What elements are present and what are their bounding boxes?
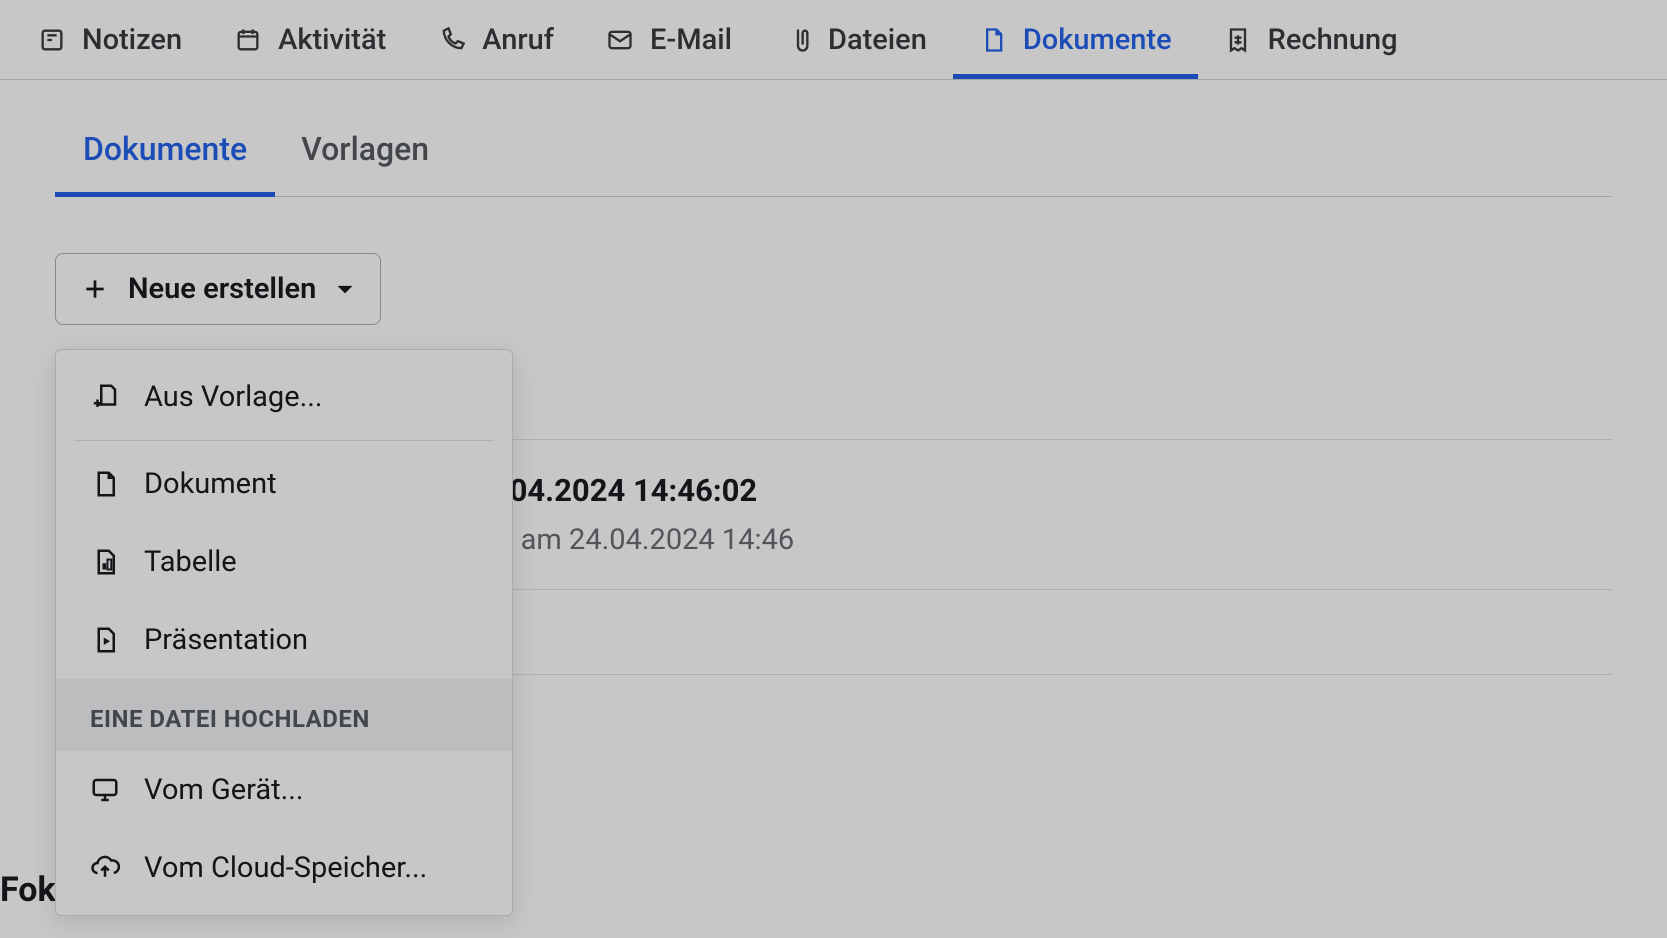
upload-section-header: EINE DATEI HOCHLADEN (56, 679, 512, 751)
divider (74, 440, 494, 441)
tab-files[interactable]: Dateien (758, 0, 953, 79)
tab-label: Anruf (482, 23, 554, 57)
menu-from-device[interactable]: Vom Gerät... (56, 751, 512, 829)
plus-icon (82, 276, 108, 302)
paperclip-icon (784, 26, 812, 54)
create-new-button[interactable]: Neue erstellen (55, 253, 381, 325)
presentation-icon (90, 625, 120, 655)
doc-meta: :53 (465, 622, 1612, 656)
subtab-label: Dokumente (83, 130, 247, 168)
table-icon (90, 547, 120, 577)
menu-from-cloud[interactable]: Vom Cloud-Speicher... (56, 829, 512, 907)
menu-from-template[interactable]: Aus Vorlage... (56, 358, 512, 436)
tab-call[interactable]: Anruf (412, 0, 580, 79)
menu-label: Vom Cloud-Speicher... (144, 851, 427, 885)
sub-tabs: Dokumente Vorlagen (55, 130, 1612, 197)
receipt-icon (1224, 26, 1252, 54)
document-icon (979, 26, 1007, 54)
subtab-label: Vorlagen (301, 130, 429, 168)
chevron-down-icon (336, 280, 354, 298)
menu-presentation[interactable]: Präsentation (56, 601, 512, 679)
tab-activity[interactable]: Aktivität (208, 0, 412, 79)
doc-meta: tellt am 24.04.2024 14:46 (465, 523, 1612, 557)
menu-label: Vom Gerät... (144, 773, 304, 807)
menu-label: Aus Vorlage... (144, 380, 323, 414)
tab-label: Dokumente (1023, 23, 1172, 57)
subtab-templates[interactable]: Vorlagen (301, 130, 429, 196)
doc-title: 24.04.2024 14:46:02 (465, 472, 1612, 509)
menu-label: Präsentation (144, 623, 308, 657)
create-dropdown-menu: Aus Vorlage... Dokument Tabelle Präsenta… (55, 349, 513, 916)
tab-label: Rechnung (1268, 23, 1398, 57)
menu-document[interactable]: Dokument (56, 445, 512, 523)
menu-label: Tabelle (144, 545, 237, 579)
create-button-label: Neue erstellen (128, 272, 316, 306)
tab-documents[interactable]: Dokumente (953, 0, 1198, 79)
template-icon (90, 382, 120, 412)
subtab-documents[interactable]: Dokumente (83, 130, 247, 196)
cloud-upload-icon (90, 853, 120, 883)
main-tabs: Notizen Aktivität Anruf E-Mail Dateien D… (0, 0, 1667, 80)
tab-label: Dateien (828, 23, 927, 57)
truncated-label: Fok (0, 870, 56, 910)
phone-icon (438, 26, 466, 54)
calendar-icon (234, 26, 262, 54)
mail-icon (606, 26, 634, 54)
notes-icon (38, 26, 66, 54)
tab-label: E-Mail (650, 23, 732, 57)
tab-label: Notizen (82, 23, 182, 57)
menu-table[interactable]: Tabelle (56, 523, 512, 601)
tab-notes[interactable]: Notizen (12, 0, 208, 79)
document-icon (90, 469, 120, 499)
menu-label: Dokument (144, 467, 277, 501)
tab-invoice[interactable]: Rechnung (1198, 0, 1424, 79)
tab-email[interactable]: E-Mail (580, 0, 758, 79)
tab-label: Aktivität (278, 23, 386, 57)
monitor-icon (90, 775, 120, 805)
